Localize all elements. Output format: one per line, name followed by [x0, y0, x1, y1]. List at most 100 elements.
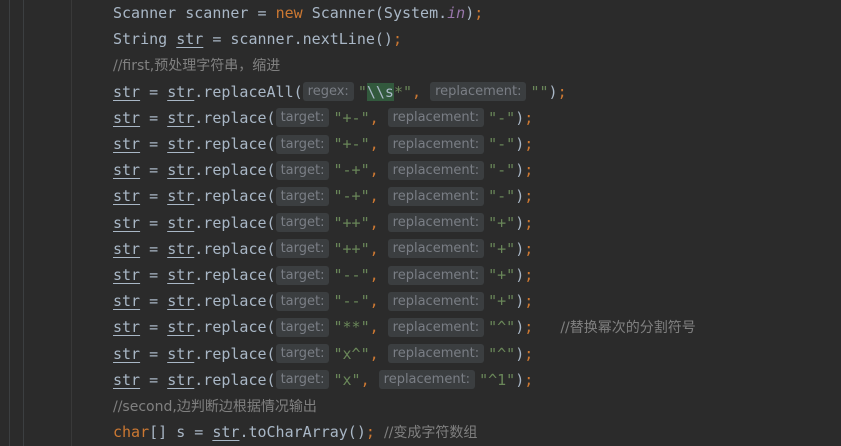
variable-reference: str	[113, 213, 141, 232]
parameter-hint: regex:	[302, 82, 354, 102]
keyword: ;	[474, 4, 484, 22]
code-token: .replace(	[194, 266, 276, 284]
code-token: Scanner scanner =	[113, 4, 276, 22]
parameter-hint: replacement:	[387, 134, 485, 154]
parameter-hint: replacement:	[387, 344, 485, 364]
code-line[interactable]: str = str .replace(target: "+-", replaceme…	[113, 131, 533, 157]
variable-reference: str	[167, 292, 195, 311]
parameter-hint: replacement:	[387, 265, 485, 285]
keyword: char	[113, 423, 150, 442]
keyword: ;	[524, 239, 534, 258]
code-line[interactable]: str = str .replace(target: "--", replaceme…	[113, 288, 533, 314]
string-literal: "	[357, 82, 367, 101]
code-token: )	[515, 213, 525, 232]
string-literal: "-"	[488, 161, 516, 180]
string-literal: "--"	[333, 292, 370, 311]
string-literal: "^1"	[479, 370, 516, 389]
keyword: ;	[524, 161, 534, 180]
parameter-hint: target:	[275, 370, 330, 390]
parameter-hint: target:	[275, 317, 330, 337]
code-line[interactable]: str = str .replace(target: "**", replaceme…	[113, 314, 696, 340]
code-token: .replace(	[194, 370, 276, 389]
keyword: new	[275, 4, 312, 22]
parameter-hint: target:	[275, 160, 330, 180]
indent-guide	[71, 0, 72, 446]
code-line[interactable]: //second,边判断边根据情况输出	[113, 393, 317, 419]
code-token: .replace(	[194, 292, 276, 311]
keyword: ;	[524, 135, 534, 153]
code-editor[interactable]: Scanner scanner = new Scanner(System. in)…	[113, 0, 841, 446]
string-literal: "-+"	[333, 161, 370, 180]
code-line[interactable]: Scanner scanner = new Scanner(System. in)…	[113, 0, 483, 26]
string-literal: *"	[393, 82, 412, 101]
keyword: ,	[369, 213, 388, 232]
variable-reference: str	[212, 423, 240, 442]
code-token: .replace(	[194, 318, 276, 337]
keyword: ,	[369, 292, 388, 311]
variable-reference: str	[167, 266, 195, 284]
code-token: =	[140, 370, 168, 389]
code-token: =	[140, 161, 168, 180]
code-comment: //second,边判断边根据情况输出	[113, 399, 317, 415]
code-token: .toCharArray()	[239, 423, 366, 442]
string-literal: "+"	[488, 292, 516, 311]
keyword: ;	[524, 266, 534, 284]
code-token: )	[515, 187, 525, 206]
variable-reference: str	[167, 108, 195, 127]
parameter-hint: replacement:	[378, 370, 476, 390]
variable-reference: str	[113, 266, 141, 284]
variable-reference: str	[113, 239, 141, 258]
code-token: =	[140, 239, 168, 258]
parameter-hint: target:	[275, 108, 330, 128]
code-line[interactable]: str = str .replace(target: "++", replaceme…	[113, 236, 533, 262]
code-token: )	[515, 239, 525, 258]
variable-reference: str	[167, 239, 195, 258]
code-token: =	[140, 318, 168, 337]
code-line[interactable]: char[] s = str .toCharArray(); //变成字符数组	[113, 419, 477, 445]
code-line[interactable]: str = str .replaceAll(regex: " \\s *", repla…	[113, 79, 567, 105]
code-token: =	[140, 108, 168, 127]
gutter-divider	[9, 0, 10, 446]
string-literal: "+"	[488, 239, 516, 258]
code-token: in	[447, 4, 466, 22]
string-literal: "^"	[488, 344, 516, 363]
code-line[interactable]: str = str .replace(target: "++", replaceme…	[113, 210, 533, 236]
code-token: )	[515, 135, 525, 153]
keyword: ,	[369, 318, 388, 337]
code-token: )	[515, 161, 525, 180]
parameter-hint: replacement:	[387, 239, 485, 259]
code-comment: //first,预处理字符串，缩进	[113, 58, 281, 75]
keyword: ;	[524, 292, 534, 311]
keyword: ;	[524, 318, 534, 337]
string-literal: "++"	[333, 213, 370, 232]
code-line[interactable]: str = str .replace(target: "-+", replaceme…	[113, 157, 533, 183]
parameter-hint: target:	[275, 291, 330, 311]
variable-reference: str	[113, 108, 141, 127]
code-line[interactable]: str = str .replace(target: "x", replacemen…	[113, 367, 533, 393]
code-token: =	[140, 266, 168, 284]
string-literal: "-"	[488, 187, 516, 206]
code-token: )	[515, 344, 525, 363]
parameter-hint: replacement:	[387, 317, 485, 337]
keyword: ,	[369, 239, 388, 258]
code-line[interactable]: str = str .replace(target: "+-", replaceme…	[113, 105, 533, 131]
parameter-hint: replacement:	[387, 186, 485, 206]
variable-reference: str	[176, 30, 204, 49]
code-line[interactable]: //first,预处理字符串，缩进	[113, 52, 280, 78]
code-line[interactable]: String str = scanner.nextLine();	[113, 26, 402, 52]
parameter-hint: target:	[275, 213, 330, 233]
string-literal: "+"	[488, 266, 516, 284]
code-token: )	[515, 266, 525, 284]
string-literal: "+"	[488, 213, 516, 232]
code-token: .replace(	[194, 161, 276, 180]
code-line[interactable]: str = str .replace(target: "x^", replaceme…	[113, 341, 533, 367]
variable-reference: str	[167, 82, 195, 101]
variable-reference: str	[113, 82, 141, 101]
code-line[interactable]: str = str .replace(target: "--", replaceme…	[113, 262, 533, 288]
parameter-hint: replacement:	[387, 291, 485, 311]
code-line[interactable]: str = str .replace(target: "-+", replaceme…	[113, 183, 533, 209]
code-token: =	[140, 187, 168, 206]
code-token: .replaceAll(	[194, 82, 303, 101]
variable-reference: str	[167, 213, 195, 232]
